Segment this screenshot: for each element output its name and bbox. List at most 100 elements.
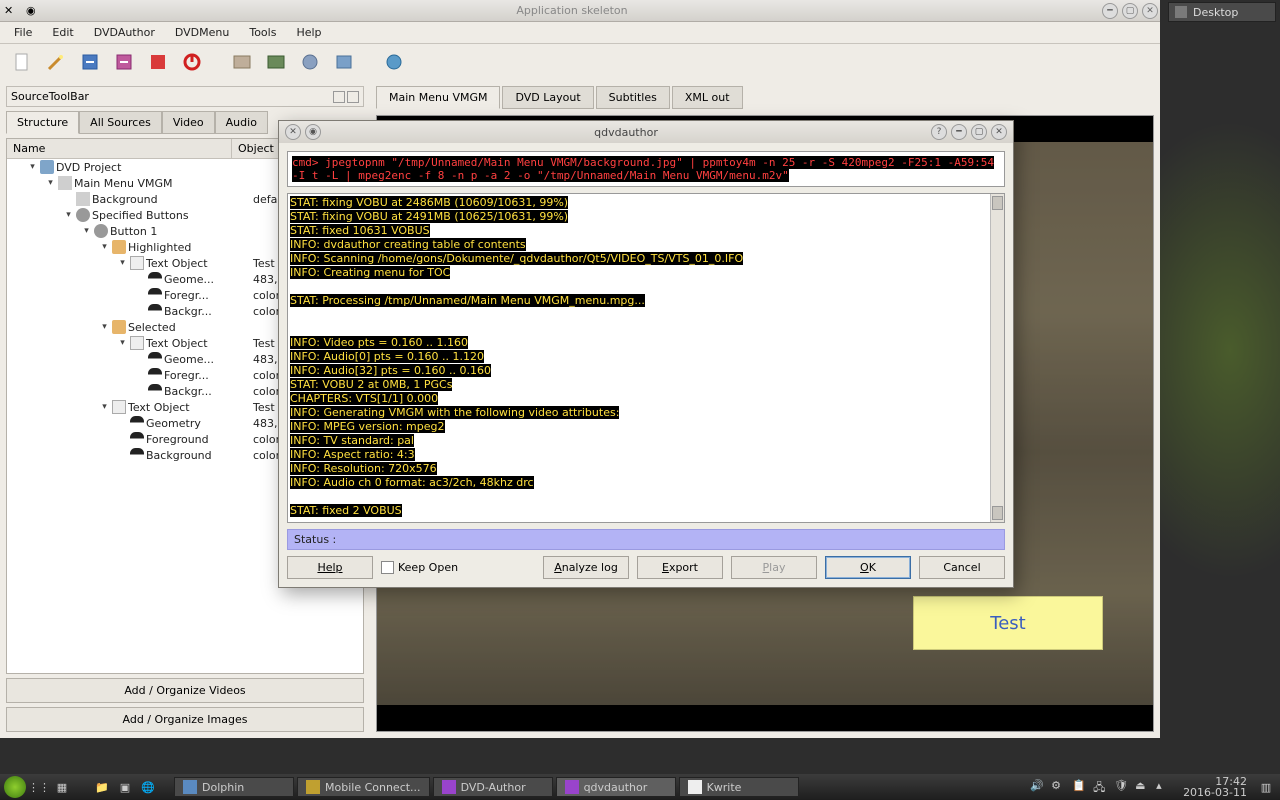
toolbar-edit-icon[interactable] (76, 48, 104, 76)
clock[interactable]: 17:42 2016-03-11 (1183, 776, 1247, 798)
dialog-minimize-icon[interactable]: ━ (951, 124, 967, 140)
tab-audio[interactable]: Audio (215, 111, 268, 134)
close-panel-icon[interactable] (347, 91, 359, 103)
preview-button-test[interactable]: Test (913, 596, 1103, 650)
toolbar-power-icon[interactable] (178, 48, 206, 76)
tab-subtitles[interactable]: Subtitles (596, 86, 670, 109)
tab-main-menu-vmgm[interactable]: Main Menu VMGM (376, 86, 500, 109)
desktop-pager[interactable]: Desktop (1168, 2, 1276, 22)
tree-header-name[interactable]: Name (7, 139, 232, 158)
toolbar-audio-icon[interactable] (330, 48, 358, 76)
scroll-up-icon[interactable] (992, 196, 1003, 210)
task-kwrite[interactable]: Kwrite (679, 777, 799, 797)
activity-icon[interactable]: ⋮⋮ (29, 777, 49, 797)
toolbar-new-icon[interactable] (8, 48, 36, 76)
expand-icon[interactable]: ▾ (45, 178, 56, 188)
tab-structure[interactable]: Structure (6, 111, 79, 134)
ok-button[interactable]: OK (825, 556, 911, 579)
tux-icon (148, 272, 162, 286)
toolbar-picture-icon[interactable] (228, 48, 256, 76)
preview-button-label: Test (990, 613, 1025, 634)
tab-xml-out[interactable]: XML out (672, 86, 743, 109)
log-line: INFO: Audio ch 0 format: ac3/2ch, 48khz … (290, 476, 534, 489)
pic-icon (76, 192, 90, 206)
command-box[interactable]: cmd> jpegtopnm "/tmp/Unnamed/Main Menu V… (287, 151, 1005, 187)
source-toolbar-header[interactable]: SourceToolBar (6, 86, 364, 107)
toolbar-image-icon[interactable] (110, 48, 138, 76)
help-button[interactable]: Help (287, 556, 373, 579)
expand-icon[interactable]: ▾ (99, 242, 110, 252)
pin-icon[interactable]: ◉ (26, 4, 40, 18)
menu-edit[interactable]: Edit (42, 24, 83, 41)
kickoff-launcher-icon[interactable] (4, 776, 26, 798)
quick-launch-firefox-icon[interactable]: 🌐 (138, 777, 158, 797)
log-line: STAT: VOBU 2 at 0MB, 1 PGCs (290, 378, 452, 391)
tray-icon[interactable]: ⚙ (1051, 779, 1067, 795)
task-dvd-author[interactable]: DVD-Author (433, 777, 553, 797)
toolbar-author-icon[interactable] (144, 48, 172, 76)
task-mobile-connect[interactable]: Mobile Connect... (297, 777, 430, 797)
toolbar-globe-icon[interactable] (380, 48, 408, 76)
dialog-appmenu-icon[interactable]: ✕ (285, 124, 301, 140)
clock-date: 2016-03-11 (1183, 787, 1247, 798)
tray-expand-icon[interactable]: ▴ (1156, 779, 1172, 795)
toolbar-photo-icon[interactable] (262, 48, 290, 76)
menu-dvdmenu[interactable]: DVDMenu (165, 24, 239, 41)
task-dolphin[interactable]: Dolphin (174, 777, 294, 797)
scroll-down-icon[interactable] (992, 506, 1003, 520)
tab-video[interactable]: Video (162, 111, 215, 134)
expand-icon[interactable]: ▾ (117, 338, 128, 348)
cancel-button[interactable]: Cancel (919, 556, 1005, 579)
expand-icon[interactable]: ▾ (99, 402, 110, 412)
tree-item-label: Text Object (146, 257, 208, 270)
pager-icon[interactable]: ▦ (52, 777, 72, 797)
tree-item-value: Test (253, 257, 275, 270)
minimize-button[interactable]: ━ (1102, 3, 1118, 19)
tray-icon[interactable]: 🔊 (1030, 779, 1046, 795)
quick-launch-dolphin-icon[interactable]: 📁 (92, 777, 112, 797)
task-qdvdauthor[interactable]: qdvdauthor (556, 777, 676, 797)
show-desktop-icon[interactable]: ▥ (1256, 777, 1276, 797)
detach-icon[interactable] (333, 91, 345, 103)
log-line: INFO: Resolution: 720x576 (290, 462, 437, 475)
tray-icon[interactable]: 🖧 (1093, 779, 1109, 795)
tray-icon[interactable]: 📋 (1072, 779, 1088, 795)
tray-icon[interactable]: 🛡 (1114, 779, 1130, 795)
log-scrollbar[interactable] (990, 194, 1004, 522)
dialog-titlebar[interactable]: ✕ ◉ qdvdauthor ? ━ ▢ ✕ (279, 121, 1013, 143)
dialog-close-icon[interactable]: ✕ (991, 124, 1007, 140)
add-organize-videos-button[interactable]: Add / Organize Videos (6, 678, 364, 703)
menu-dvdauthor[interactable]: DVDAuthor (84, 24, 165, 41)
menu-help[interactable]: Help (286, 24, 331, 41)
export-button[interactable]: Export (637, 556, 723, 579)
tab-all-sources[interactable]: All Sources (79, 111, 162, 134)
dialog-help-icon[interactable]: ? (931, 124, 947, 140)
keep-open-checkbox[interactable]: Keep Open (381, 561, 458, 574)
person-icon (112, 240, 126, 254)
dialog-pin-icon[interactable]: ◉ (305, 124, 321, 140)
tux-icon (130, 432, 144, 446)
maximize-button[interactable]: ▢ (1122, 3, 1138, 19)
tray-icon[interactable]: ⏏ (1135, 779, 1151, 795)
close-button[interactable]: ✕ (1142, 3, 1158, 19)
toolbar-wizard-icon[interactable] (42, 48, 70, 76)
tab-dvd-layout[interactable]: DVD Layout (502, 86, 593, 109)
menu-file[interactable]: File (4, 24, 42, 41)
app-menu-icon[interactable]: ✕ (4, 4, 18, 18)
kwrite-icon (688, 780, 702, 794)
quick-launch-terminal-icon[interactable]: ▣ (115, 777, 135, 797)
folder-icon (40, 160, 54, 174)
toolbar-film-icon[interactable] (296, 48, 324, 76)
dialog-maximize-icon[interactable]: ▢ (971, 124, 987, 140)
main-window-titlebar[interactable]: ✕ ◉ Application skeleton ━ ▢ ✕ (0, 0, 1160, 22)
expand-icon[interactable]: ▾ (27, 162, 38, 172)
menu-tools[interactable]: Tools (239, 24, 286, 41)
analyze-log-button[interactable]: Analyze log (543, 556, 629, 579)
add-organize-images-button[interactable]: Add / Organize Images (6, 707, 364, 732)
expand-icon[interactable]: ▾ (99, 322, 110, 332)
log-output[interactable]: STAT: fixing VOBU at 2486MB (10609/10631… (287, 193, 1005, 523)
tux-icon (148, 384, 162, 398)
expand-icon[interactable]: ▾ (81, 226, 92, 236)
expand-icon[interactable]: ▾ (117, 258, 128, 268)
expand-icon[interactable]: ▾ (63, 210, 74, 220)
